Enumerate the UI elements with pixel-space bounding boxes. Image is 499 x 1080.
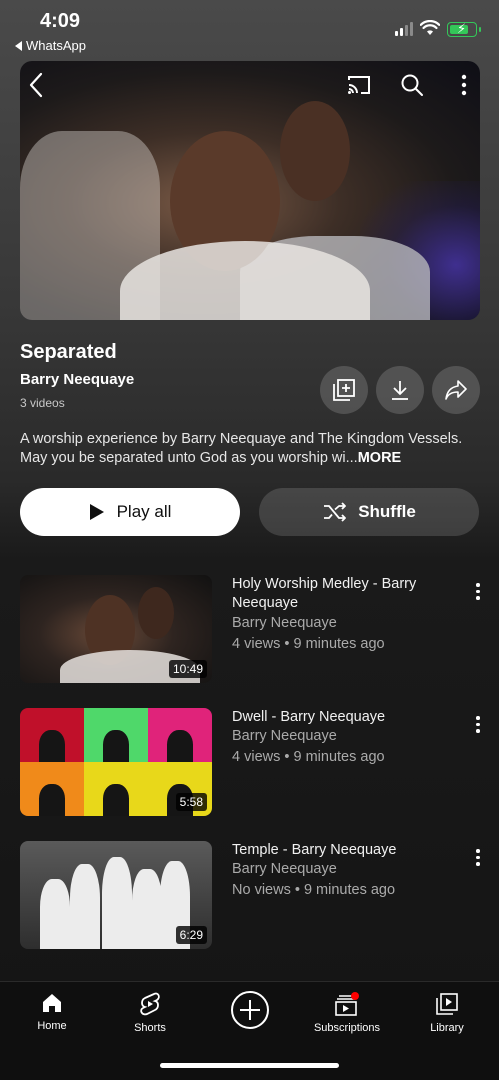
playlist-thumbnail[interactable] [20, 61, 480, 320]
nav-shorts-label: Shorts [134, 1022, 166, 1034]
back-arrow-icon[interactable] [24, 71, 48, 99]
list-item[interactable]: 6:29 Temple - Barry Neequaye Barry Neequ… [0, 841, 499, 951]
nav-subscriptions[interactable]: Subscriptions [302, 992, 392, 1034]
video-channel: Barry Neequaye [232, 861, 337, 877]
status-bar: 4:09 WhatsApp ⚡ [0, 0, 499, 58]
home-indicator [160, 1063, 339, 1068]
download-icon [392, 381, 408, 400]
nav-subscriptions-label: Subscriptions [313, 1022, 381, 1034]
cellular-signal-icon [395, 22, 413, 36]
more-vert-icon[interactable] [468, 580, 488, 602]
play-all-button[interactable]: Play all [20, 488, 240, 536]
nav-home[interactable]: Home [7, 992, 97, 1032]
playlist-video-count: 3 videos [20, 396, 65, 410]
video-title[interactable]: Dwell - Barry Neequaye [232, 708, 447, 727]
playlist-title: Separated [20, 341, 117, 363]
add-to-playlist-button[interactable] [320, 366, 368, 414]
more-vert-icon[interactable] [468, 846, 488, 868]
create-button[interactable] [205, 990, 295, 1030]
video-meta: No views • 9 minutes ago [232, 882, 396, 898]
wifi-icon [420, 20, 440, 35]
duration-badge: 10:49 [168, 660, 207, 678]
add-circle-icon [231, 991, 269, 1029]
share-button[interactable] [432, 366, 480, 414]
add-to-playlist-icon [333, 379, 355, 401]
list-item[interactable]: 5:58 Dwell - Barry Neequaye Barry Neequa… [0, 708, 499, 818]
list-item[interactable]: 10:49 Holy Worship Medley - Barry Neequa… [0, 575, 499, 685]
play-icon [89, 504, 104, 520]
shorts-icon [140, 992, 160, 1016]
more-vert-icon[interactable] [452, 71, 476, 99]
video-meta: 4 views • 9 minutes ago [232, 749, 385, 765]
video-channel: Barry Neequaye [232, 728, 337, 744]
status-time: 4:09 [40, 10, 81, 32]
download-button[interactable] [376, 366, 424, 414]
nav-shorts[interactable]: Shorts [105, 992, 195, 1034]
more-vert-icon[interactable] [468, 713, 488, 735]
back-triangle-icon [15, 40, 22, 51]
shuffle-label: Shuffle [358, 502, 416, 521]
home-icon [43, 994, 61, 1012]
video-title[interactable]: Temple - Barry Neequaye [232, 841, 447, 860]
library-icon [436, 993, 458, 1015]
video-thumbnail[interactable]: 5:58 [20, 708, 212, 816]
back-app-label: WhatsApp [26, 38, 86, 53]
nav-home-label: Home [37, 1020, 67, 1032]
video-channel: Barry Neequaye [232, 615, 337, 631]
video-meta: 4 views • 9 minutes ago [232, 636, 385, 652]
video-thumbnail[interactable]: 6:29 [20, 841, 212, 949]
share-icon [445, 380, 467, 400]
nav-library-label: Library [430, 1022, 464, 1034]
playlist-owner[interactable]: Barry Neequaye [20, 371, 134, 388]
back-to-app-link[interactable]: WhatsApp [15, 38, 86, 53]
search-icon[interactable] [398, 71, 426, 99]
description-more-link[interactable]: MORE [358, 450, 402, 466]
shuffle-button[interactable]: Shuffle [259, 488, 479, 536]
playlist-description[interactable]: A worship experience by Barry Neequaye a… [20, 430, 485, 468]
battery-icon: ⚡ [447, 21, 481, 37]
duration-badge: 6:29 [175, 926, 207, 944]
subscriptions-icon [335, 992, 359, 1016]
play-all-label: Play all [116, 502, 172, 521]
nav-library[interactable]: Library [402, 992, 492, 1034]
video-thumbnail[interactable]: 10:49 [20, 575, 212, 683]
video-title[interactable]: Holy Worship Medley - Barry Neequaye [232, 575, 447, 613]
duration-badge: 5:58 [175, 793, 207, 811]
cast-icon[interactable] [345, 71, 373, 99]
shuffle-icon [324, 502, 347, 522]
